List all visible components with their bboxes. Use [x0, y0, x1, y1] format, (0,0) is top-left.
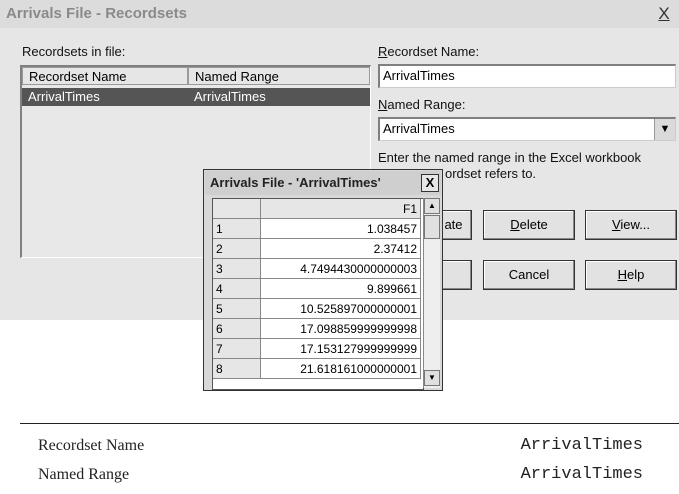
column-header-recordset-name[interactable]: Recordset Name: [22, 67, 188, 85]
cell-value: 17.098859999999998: [261, 319, 421, 339]
cancel-button[interactable]: Cancel: [483, 260, 575, 290]
table-row[interactable]: 1 1.038457: [213, 219, 423, 239]
table-row[interactable]: 2 2.37412: [213, 239, 423, 259]
row-number: 6: [213, 319, 261, 339]
vertical-scrollbar[interactable]: ▲ ▼: [423, 198, 440, 388]
preview-title: Arrivals File - 'ArrivalTimes': [210, 175, 381, 190]
window-title: Arrivals File - Recordsets: [6, 5, 187, 22]
named-range-value: ArrivalTimes: [383, 121, 455, 136]
list-item-recordset-name: ArrivalTimes: [28, 89, 100, 104]
table-row[interactable]: 5 10.525897000000001: [213, 299, 423, 319]
preview-grid: F1 1 1.038457 2 2.37412 3 4.749443000000…: [212, 198, 424, 390]
summary-value-named-range: ArrivalTimes: [520, 465, 643, 484]
divider: [20, 423, 679, 424]
recordsets-in-file-label: Recordsets in file:: [22, 44, 126, 59]
row-number: 3: [213, 259, 261, 279]
named-range-label: Named Range:: [378, 97, 466, 112]
hint-line-1: Enter the named range in the Excel workb…: [378, 150, 642, 165]
table-row[interactable]: 6 17.098859999999998: [213, 319, 423, 339]
close-icon[interactable]: X: [654, 4, 674, 24]
column-header-f1[interactable]: F1: [261, 199, 421, 219]
cell-value: 21.618161000000001: [261, 359, 421, 379]
scroll-up-icon[interactable]: ▲: [424, 198, 440, 214]
row-number: 1: [213, 219, 261, 239]
close-icon[interactable]: X: [421, 174, 439, 192]
preview-window: Arrivals File - 'ArrivalTimes' X F1 1 1.…: [203, 169, 443, 391]
corner-cell: [213, 199, 261, 219]
table-row[interactable]: 7 17.153127999999999: [213, 339, 423, 359]
cell-value: 4.7494430000000003: [261, 259, 421, 279]
hint-line-2: ordset refers to.: [445, 166, 537, 181]
recordset-name-label: Recordset Name:: [378, 44, 480, 59]
cell-value: 10.525897000000001: [261, 299, 421, 319]
row-number: 8: [213, 359, 261, 379]
recordset-name-field[interactable]: ArrivalTimes: [378, 64, 676, 88]
table-row[interactable]: 8 21.618161000000001: [213, 359, 423, 379]
row-number: 4: [213, 279, 261, 299]
list-header: Recordset Name Named Range: [22, 67, 370, 87]
named-range-dropdown[interactable]: ArrivalTimes ▼: [378, 117, 676, 141]
list-item[interactable]: ArrivalTimes ArrivalTimes: [22, 88, 370, 106]
table-row[interactable]: 4 9.899661: [213, 279, 423, 299]
preview-title-bar[interactable]: Arrivals File - 'ArrivalTimes' X: [205, 171, 441, 195]
summary-label-recordset-name: Recordset Name: [38, 437, 145, 454]
delete-button[interactable]: Delete: [483, 210, 575, 240]
chevron-down-icon[interactable]: ▼: [654, 119, 675, 140]
help-button[interactable]: Help: [585, 260, 677, 290]
table-row[interactable]: 3 4.7494430000000003: [213, 259, 423, 279]
view-button[interactable]: View...: [585, 210, 677, 240]
cell-value: 2.37412: [261, 239, 421, 259]
summary-label-named-range: Named Range: [38, 466, 130, 483]
row-number: 5: [213, 299, 261, 319]
row-number: 2: [213, 239, 261, 259]
grid-header-row: F1: [213, 199, 423, 219]
scroll-down-icon[interactable]: ▼: [424, 370, 440, 386]
title-bar[interactable]: Arrivals File - Recordsets X: [0, 0, 679, 28]
column-header-named-range[interactable]: Named Range: [188, 67, 370, 85]
scroll-thumb[interactable]: [424, 215, 440, 239]
cell-value: 1.038457: [261, 219, 421, 239]
list-item-named-range: ArrivalTimes: [194, 89, 266, 104]
row-number: 7: [213, 339, 261, 359]
cell-value: 17.153127999999999: [261, 339, 421, 359]
cell-value: 9.899661: [261, 279, 421, 299]
summary-value-recordset-name: ArrivalTimes: [520, 436, 643, 455]
